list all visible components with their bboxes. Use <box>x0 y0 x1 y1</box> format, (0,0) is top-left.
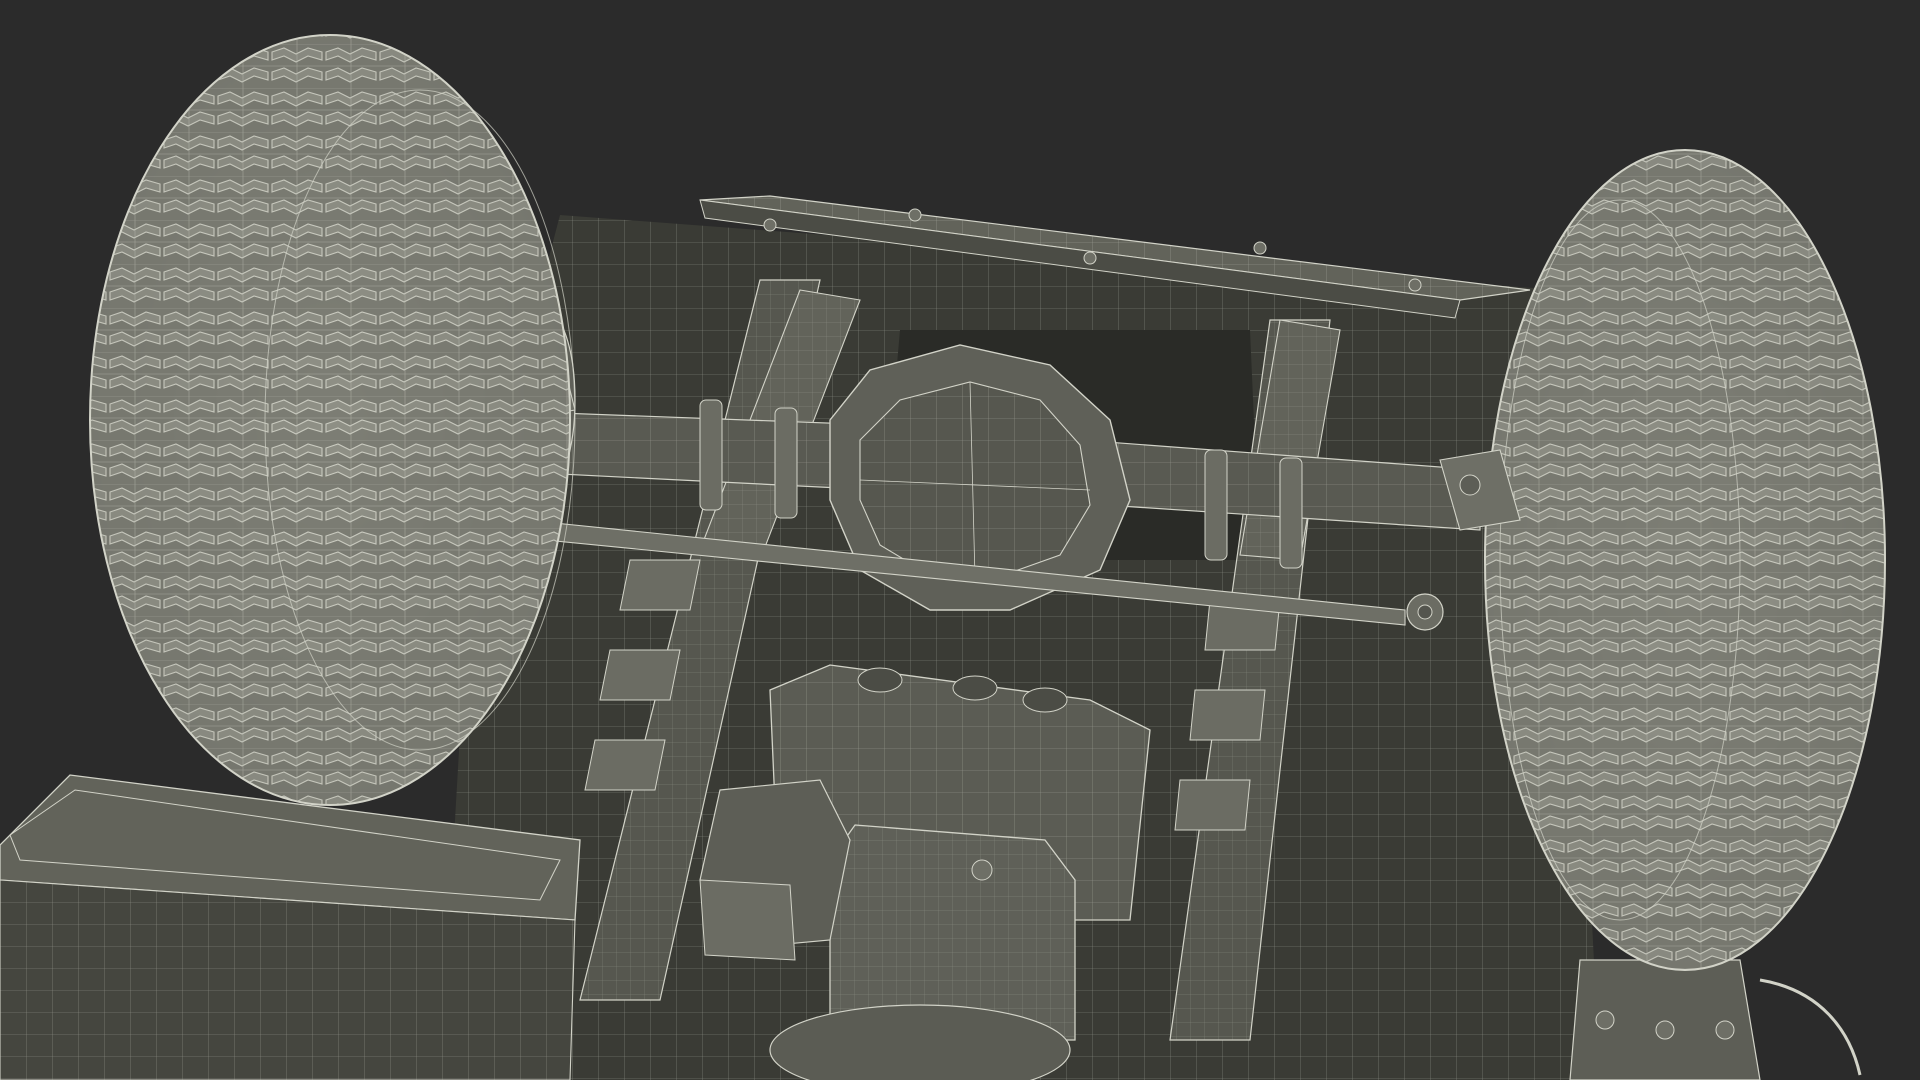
left-tire <box>89 34 576 806</box>
render-viewport <box>0 0 1920 1080</box>
right-tire <box>1484 149 1886 971</box>
